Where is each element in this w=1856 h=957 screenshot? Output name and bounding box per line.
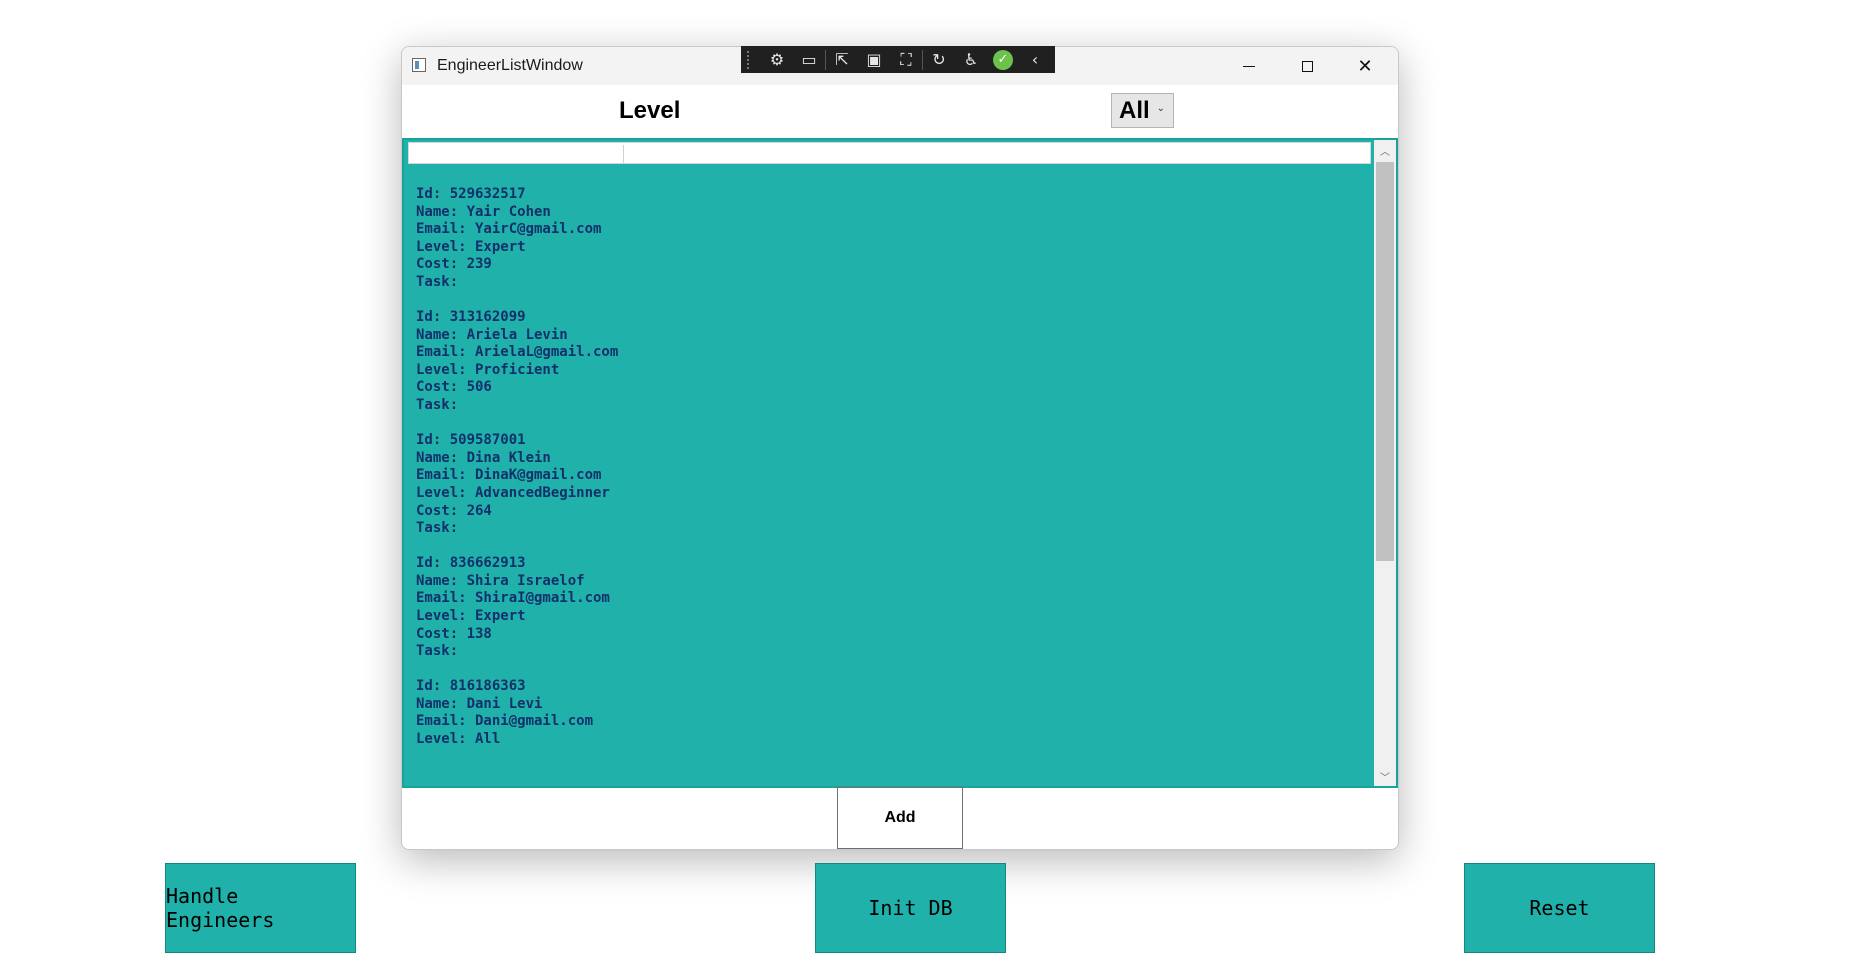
debug-toolbar: ⚙ ▭ ⇱ ▣ ⛶ ↻ ♿ ✓ ‹ — [741, 46, 1055, 73]
engineer-list[interactable]: Id: 529632517 Name: Yair Cohen Email: Ya… — [402, 138, 1398, 788]
chevron-up-icon: ︿ — [1380, 146, 1390, 158]
engineer-name: Name: Dani Levi — [416, 695, 543, 712]
accessibility-icon[interactable]: ♿ — [955, 46, 987, 73]
level-filter-value: All — [1119, 96, 1150, 124]
list-item[interactable]: Id: 836662913 Name: Shira Israelof Email… — [416, 555, 1366, 661]
engineer-email: Email: ShiraI@gmail.com — [416, 590, 610, 607]
maximize-icon — [1301, 60, 1313, 72]
engineer-name: Name: Shira Israelof — [416, 572, 585, 589]
scroll-down-button[interactable]: ﹀ — [1374, 766, 1396, 786]
chevron-down-icon: ﹀ — [1380, 772, 1390, 784]
engineer-email: Email: Dani@gmail.com — [416, 713, 594, 730]
column-divider[interactable] — [623, 145, 624, 163]
engineer-list-window: EngineerListWindow ✕ Level All ⌄ Id: 529… — [401, 46, 1399, 850]
display-layout-icon[interactable]: ▣ — [858, 46, 890, 73]
engineer-id: Id: 509587001 — [416, 432, 526, 449]
record-icon[interactable]: ▭ — [793, 46, 825, 73]
engineer-id: Id: 313162099 — [416, 309, 526, 326]
vertical-scrollbar[interactable]: ︿ ﹀ — [1374, 140, 1396, 786]
list-column-header[interactable] — [408, 142, 1371, 164]
engineer-items: Id: 529632517 Name: Yair Cohen Email: Ya… — [416, 186, 1366, 786]
level-filter-combobox[interactable]: All ⌄ — [1111, 93, 1174, 128]
list-item[interactable]: Id: 509587001 Name: Dina Klein Email: Di… — [416, 432, 1366, 538]
engineer-email: Email: ArielaL@gmail.com — [416, 344, 619, 361]
engineer-name: Name: Ariela Levin — [416, 326, 568, 343]
hot-reload-icon[interactable]: ↻ — [923, 46, 955, 73]
list-item[interactable]: Id: 529632517 Name: Yair Cohen Email: Ya… — [416, 186, 1366, 292]
engineer-email: Email: YairC@gmail.com — [416, 221, 602, 238]
init-db-button[interactable]: Init DB — [815, 863, 1006, 953]
engineer-cost: Cost: 239 — [416, 256, 492, 273]
handle-engineers-button[interactable]: Handle Engineers — [165, 863, 356, 953]
add-button[interactable]: Add — [837, 787, 963, 849]
chevron-down-icon: ⌄ — [1156, 103, 1165, 114]
select-element-icon[interactable]: ⇱ — [826, 46, 858, 73]
level-label: Level — [619, 97, 681, 124]
status-ok-icon[interactable]: ✓ — [987, 46, 1019, 73]
app-icon — [412, 58, 426, 72]
window-title: EngineerListWindow — [437, 57, 583, 74]
engineer-cost: Cost: 506 — [416, 379, 492, 396]
engineer-name: Name: Yair Cohen — [416, 203, 551, 220]
minimize-icon — [1243, 65, 1255, 67]
engineer-task: Task: — [416, 397, 459, 414]
engineer-level: Level: All — [416, 731, 501, 748]
minimize-button[interactable] — [1220, 47, 1278, 85]
engineer-id: Id: 816186363 — [416, 678, 526, 695]
engineer-id: Id: 836662913 — [416, 555, 526, 572]
list-item[interactable]: Id: 816186363 Name: Dani Levi Email: Dan… — [416, 678, 1366, 748]
maximize-button[interactable] — [1278, 47, 1336, 85]
engineer-cost: Cost: 264 — [416, 502, 492, 519]
engineer-name: Name: Dina Klein — [416, 449, 551, 466]
engineer-cost: Cost: 138 — [416, 625, 492, 642]
close-button[interactable]: ✕ — [1336, 47, 1394, 85]
scroll-up-button[interactable]: ︿ — [1374, 140, 1396, 160]
engineer-task: Task: — [416, 273, 459, 290]
engineer-task: Task: — [416, 520, 459, 537]
engineer-level: Level: Expert — [416, 238, 526, 255]
engineer-task: Task: — [416, 643, 459, 660]
reset-button[interactable]: Reset — [1464, 863, 1655, 953]
toolbar-grip[interactable] — [747, 50, 755, 69]
scrollbar-thumb[interactable] — [1376, 162, 1394, 561]
track-focus-icon[interactable]: ⛶ — [890, 46, 922, 73]
engineer-email: Email: DinaK@gmail.com — [416, 467, 602, 484]
engineer-id: Id: 529632517 — [416, 186, 526, 202]
desktop: EngineerListWindow ✕ Level All ⌄ Id: 529… — [0, 0, 1856, 957]
engineer-level: Level: Expert — [416, 607, 526, 624]
list-item[interactable]: Id: 313162099 Name: Ariela Levin Email: … — [416, 309, 1366, 415]
engineer-level: Level: AdvancedBeginner — [416, 484, 610, 501]
close-icon: ✕ — [1357, 55, 1373, 77]
collapse-chevron-icon[interactable]: ‹ — [1019, 46, 1051, 73]
live-visual-tree-icon[interactable]: ⚙ — [761, 46, 793, 73]
engineer-level: Level: Proficient — [416, 361, 560, 378]
